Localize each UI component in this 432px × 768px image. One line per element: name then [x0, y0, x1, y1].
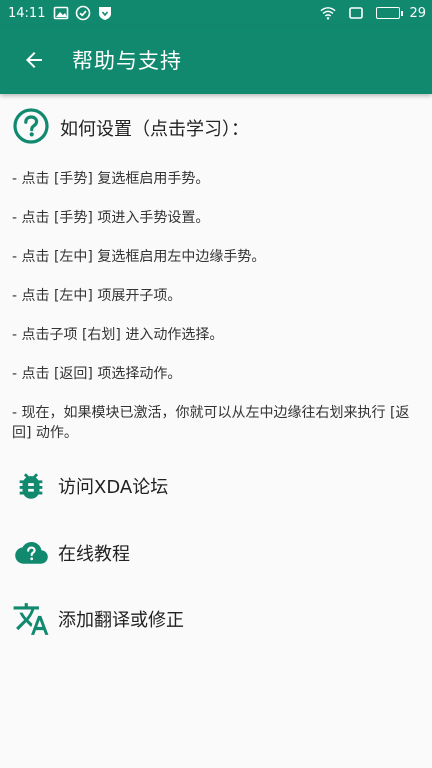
arrow-back-icon	[26, 52, 42, 68]
list-item: - 现在，如果模块已激活，你就可以从左中边缘往右划来执行 [返回] 动作。	[12, 405, 410, 441]
online-tutorial-label: 在线教程	[58, 544, 130, 565]
add-translation-label: 添加翻译或修正	[58, 610, 184, 631]
shield-notification-icon	[97, 5, 113, 21]
check-circle-notification-icon	[75, 5, 91, 21]
list-item: - 点击子项 [右划] 进入动作选择。	[12, 327, 224, 343]
setup-steps: - 点击 [手势] 复选框启用手势。 - 点击 [手势] 项进入手势设置。 - …	[12, 169, 424, 443]
page-title: 帮助与支持	[72, 49, 182, 73]
list-item: - 点击 [手势] 项进入手势设置。	[12, 210, 210, 226]
battery-level: 29	[409, 5, 426, 21]
xda-forum-label: 访问XDA论坛	[58, 477, 169, 498]
wifi-icon	[320, 5, 337, 21]
howto-setup-link[interactable]: 如何设置（点击学习）：	[12, 108, 249, 148]
list-item: - 点击 [左中] 项展开子项。	[12, 288, 182, 304]
list-item: - 点击 [手势] 复选框启用手势。	[12, 171, 210, 187]
cloud-help-icon	[12, 534, 50, 572]
status-time: 14:11	[8, 5, 46, 21]
list-item: - 点击 [左中] 复选框启用左中边缘手势。	[12, 249, 266, 265]
battery-icon	[376, 7, 404, 19]
online-tutorial-link[interactable]: 在线教程	[0, 529, 432, 577]
help-circle-icon	[12, 107, 50, 149]
howto-title: 如何设置（点击学习）：	[60, 119, 249, 140]
list-item: - 点击 [返回] 项选择动作。	[12, 366, 182, 382]
screen-outline-icon	[348, 5, 364, 21]
image-notification-icon	[53, 5, 69, 21]
add-translation-link[interactable]: 添加翻译或修正	[0, 595, 432, 643]
back-button[interactable]	[0, 26, 68, 94]
bug-icon	[12, 467, 50, 505]
xda-forum-link[interactable]: 访问XDA论坛	[0, 462, 432, 510]
status-bar: 14:11 29	[0, 0, 432, 26]
app-toolbar: 帮助与支持	[0, 26, 432, 94]
translate-icon	[12, 600, 50, 638]
